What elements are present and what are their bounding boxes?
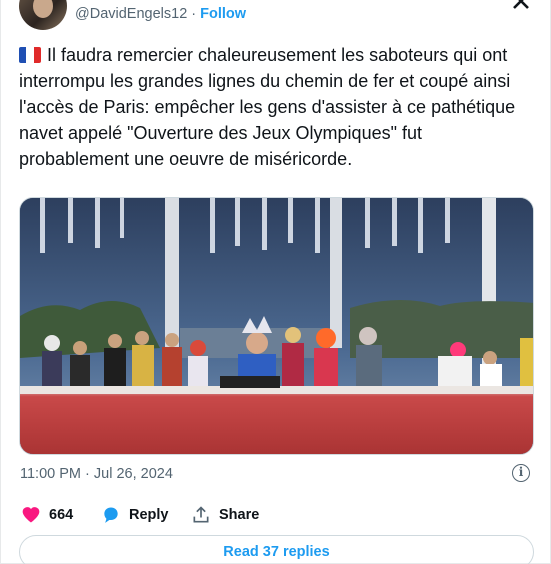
tweet-header: @DavidEngels12 · Follow (19, 0, 534, 30)
tweet-actions: 664 Reply Share (21, 505, 521, 527)
follow-button[interactable]: Follow (200, 6, 246, 22)
x-icon[interactable] (512, 0, 530, 16)
like-button[interactable]: 664 (21, 505, 73, 525)
france-flag-icon (19, 47, 41, 63)
tweet-timestamp[interactable]: 11:00 PM · Jul 26, 2024 (20, 466, 173, 482)
like-count: 664 (49, 507, 74, 523)
tweet-body: Il faudra remercier chaleureusement les … (19, 42, 537, 172)
reply-bubble-icon (104, 507, 118, 523)
avatar[interactable] (19, 0, 67, 30)
tweet-text: Il faudra remercier chaleureusement les … (19, 45, 516, 169)
share-button[interactable]: Share (191, 505, 259, 525)
share-icon (193, 506, 209, 523)
photo-last-supper-scene (20, 198, 533, 454)
tweet-card: @DavidEngels12 · Follow Il faudra remercie… (0, 0, 551, 564)
reply-button[interactable]: Reply (101, 505, 169, 525)
reply-label: Reply (129, 507, 169, 523)
separator-dot: · (191, 6, 197, 22)
author-row: @DavidEngels12 · Follow (75, 6, 246, 22)
tweet-photo[interactable] (19, 197, 534, 455)
read-replies-button[interactable]: Read 37 replies (19, 535, 534, 564)
info-icon[interactable]: i (512, 464, 530, 482)
heart-icon (22, 507, 40, 523)
share-label: Share (219, 507, 260, 523)
author-handle[interactable]: @DavidEngels12 (75, 6, 187, 22)
